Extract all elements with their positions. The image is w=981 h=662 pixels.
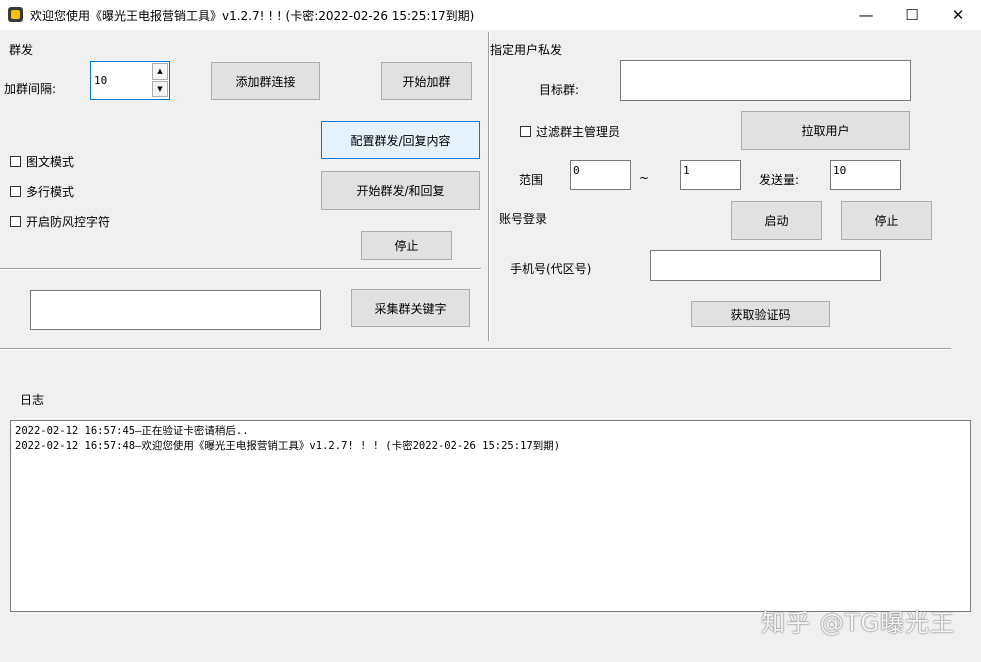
log-divider	[0, 348, 951, 350]
login-stop-button[interactable]: 停止	[841, 201, 932, 240]
checkbox-label: 开启防风控字符	[26, 215, 111, 229]
anti-risk-chars-checkbox[interactable]: 开启防风控字符	[10, 213, 110, 230]
log-textarea[interactable]: 2022-02-12 16:57:45—正在验证卡密请稍后.. 2022-02-…	[10, 420, 971, 612]
rich-text-mode-checkbox[interactable]: 图文模式	[10, 153, 74, 170]
interval-value: 10	[94, 74, 108, 87]
group-divider	[0, 268, 481, 270]
checkbox-label: 过滤群主管理员	[536, 125, 621, 139]
start-join-button[interactable]: 开始加群	[381, 62, 472, 100]
log-line: 2022-02-12 16:57:45—正在验证卡密请稍后..	[15, 425, 249, 437]
interval-label: 加群间隔:	[4, 82, 57, 96]
filter-admin-checkbox[interactable]: 过滤群主管理员	[520, 123, 620, 140]
checkbox-box[interactable]	[10, 156, 21, 167]
spin-down-button[interactable]: ▼	[152, 80, 168, 97]
range-to-input[interactable]: 1	[680, 160, 741, 190]
minimize-button[interactable]: —	[843, 0, 889, 30]
send-count-label: 发送量:	[759, 173, 800, 187]
close-button[interactable]: ✕	[935, 0, 981, 30]
group-section-title: 群发	[9, 43, 34, 57]
window-title: 欢迎您使用《曝光王电报营销工具》v1.2.7! ! ! (卡密:2022-02-…	[30, 9, 475, 23]
checkbox-box[interactable]	[10, 216, 21, 227]
range-label: 范围	[519, 173, 544, 187]
interval-spinbox[interactable]: 10 ▲ ▼	[90, 61, 170, 100]
section-divider	[488, 32, 490, 341]
get-code-button[interactable]: 获取验证码	[691, 301, 830, 327]
stop-send-button[interactable]: 停止	[361, 231, 452, 260]
multi-line-mode-checkbox[interactable]: 多行模式	[10, 183, 74, 200]
checkbox-label: 图文模式	[26, 155, 75, 169]
keyword-input[interactable]	[30, 290, 321, 330]
phone-label: 手机号(代区号)	[510, 262, 592, 276]
log-title: 日志	[20, 393, 45, 407]
range-separator: ~	[639, 171, 650, 185]
maximize-button[interactable]: ☐	[889, 0, 935, 30]
log-line: 2022-02-12 16:57:48—欢迎您使用《曝光王电报营销工具》v1.2…	[15, 440, 561, 452]
checkbox-box[interactable]	[520, 126, 531, 137]
target-group-label: 目标群:	[539, 83, 580, 97]
spin-up-button[interactable]: ▲	[152, 63, 168, 80]
private-section-title: 指定用户私发	[490, 43, 563, 57]
config-content-button[interactable]: 配置群发/回复内容	[321, 121, 480, 159]
watermark: 知乎 @TG曝光王	[761, 609, 955, 637]
phone-input[interactable]	[650, 250, 881, 281]
pull-users-button[interactable]: 拉取用户	[741, 111, 910, 150]
start-send-button[interactable]: 开始群发/和回复	[321, 171, 480, 210]
app-icon	[8, 7, 23, 22]
target-group-input[interactable]	[620, 60, 911, 101]
add-group-link-button[interactable]: 添加群连接	[211, 62, 320, 100]
login-start-button[interactable]: 启动	[731, 201, 822, 240]
send-count-input[interactable]: 10	[830, 160, 901, 190]
checkbox-box[interactable]	[10, 186, 21, 197]
range-from-input[interactable]: 0	[570, 160, 631, 190]
collect-keyword-button[interactable]: 采集群关键字	[351, 289, 470, 327]
login-section-title: 账号登录	[499, 212, 548, 226]
checkbox-label: 多行模式	[26, 185, 75, 199]
